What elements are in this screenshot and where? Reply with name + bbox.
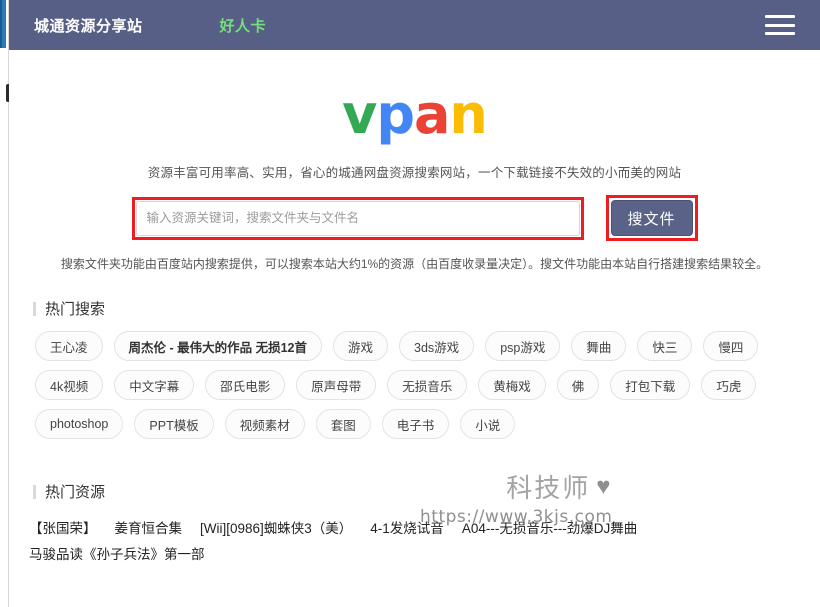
hot-search-tag[interactable]: 4k视频 [35,370,104,400]
site-tagline: 资源丰富可用率高、实用，省心的城通网盘资源搜索网站，一个下载链接不失效的小而美的… [147,166,682,180]
hot-search-tag[interactable]: 套图 [315,409,371,439]
hot-search-tag[interactable]: 舞曲 [571,331,627,361]
hot-search-tag[interactable]: photoshop [35,409,124,439]
hot-search-tag[interactable]: 电子书 [381,409,450,439]
search-input[interactable] [135,200,580,236]
site-logo: vpan [9,88,820,142]
hot-resource-link[interactable]: 姜育恒合集 [115,521,183,536]
hot-search-tag[interactable]: 黄梅戏 [478,370,546,400]
hot-resources-title-label: 热门资源 [45,484,106,501]
section-accent-bar [33,301,36,316]
search-files-button[interactable]: 搜文件 [610,200,693,236]
site-brand[interactable]: 城通资源分享站 [34,15,143,36]
page-body: vpan 资源丰富可用率高、实用，省心的城通网盘资源搜索网站，一个下载链接不失效… [9,50,820,607]
hot-resource-link[interactable]: [Wii][0986]蜘蛛侠3（美） [200,521,352,536]
site-header: 城通资源分享站 好人卡 [9,0,820,50]
hamburger-menu-icon[interactable] [760,11,800,39]
hot-resource-link[interactable]: A04---无损音乐---劲爆DJ舞曲 [462,521,638,536]
hot-search-tag[interactable]: 佛 [556,370,600,400]
hot-search-tag[interactable]: 周杰伦 - 最伟大的作品 无损12首 [113,331,323,361]
browser-edge-strip-dark [0,0,2,48]
hot-search-tag[interactable]: 视频素材 [224,409,305,439]
hamburger-line-1 [765,15,795,18]
logo-letter-n: n [449,83,487,146]
hot-search-tag[interactable]: 慢四 [703,331,759,361]
hot-search-tag[interactable]: 无损音乐 [387,370,468,400]
search-note: 搜索文件夹功能由百度站内搜索提供，可以搜索本站大约1%的资源（由百度收录量决定）… [60,257,769,271]
hot-search-tag[interactable]: 3ds游戏 [399,331,475,361]
hot-search-title-label: 热门搜索 [45,301,106,318]
hot-search-tag[interactable]: psp游戏 [485,331,561,361]
section-accent-bar [33,484,36,499]
hot-resource-link[interactable]: 【张国荣】 [29,521,97,536]
hot-search-tag[interactable]: 中文字幕 [114,370,195,400]
hot-search-title: 热门搜索 [33,298,820,319]
hot-search-tag[interactable]: 快三 [637,331,693,361]
hot-resource-link[interactable]: 马骏品读《孙子兵法》第一部 [29,547,205,562]
hot-search-tag[interactable]: PPT模板 [134,409,214,439]
hot-search-tag[interactable]: 邵氏电影 [205,370,286,400]
hot-search-tag[interactable]: 原声母带 [296,370,377,400]
logo-letter-p: p [376,83,415,146]
hot-search-tag[interactable]: 王心凌 [35,331,103,361]
search-button-highlight: 搜文件 [605,195,698,241]
hot-search-tag[interactable]: 游戏 [333,331,389,361]
search-row: 搜文件 [9,195,820,241]
hot-resources-link-list: 【张国荣】 姜育恒合集 [Wii][0986]蜘蛛侠3（美） 4-1发烧试音 A04--… [29,516,819,568]
search-input-highlight [131,196,584,240]
hot-search-tag[interactable]: 巧虎 [701,370,757,400]
hot-search-tag[interactable]: 小说 [460,409,516,439]
hot-search-tag-list: 王心凌 周杰伦 - 最伟大的作品 无损12首 游戏 3ds游戏 psp游戏 舞曲 快三 慢四 4… [35,331,803,439]
logo-letter-v: v [342,83,377,146]
nav-item-haorenka[interactable]: 好人卡 [220,15,267,36]
logo-letter-a: a [413,83,450,146]
hamburger-line-2 [765,23,795,27]
hot-search-tag[interactable]: 打包下载 [610,370,691,400]
hamburger-line-3 [765,32,795,35]
page-root: 城通资源分享站 好人卡 vpan 资源丰富可用率高、实用，省心的城通网盘资源搜索… [0,0,820,607]
hot-resource-link[interactable]: 4-1发烧试音 [370,521,444,536]
hot-resources-title: 热门资源 [33,481,820,502]
